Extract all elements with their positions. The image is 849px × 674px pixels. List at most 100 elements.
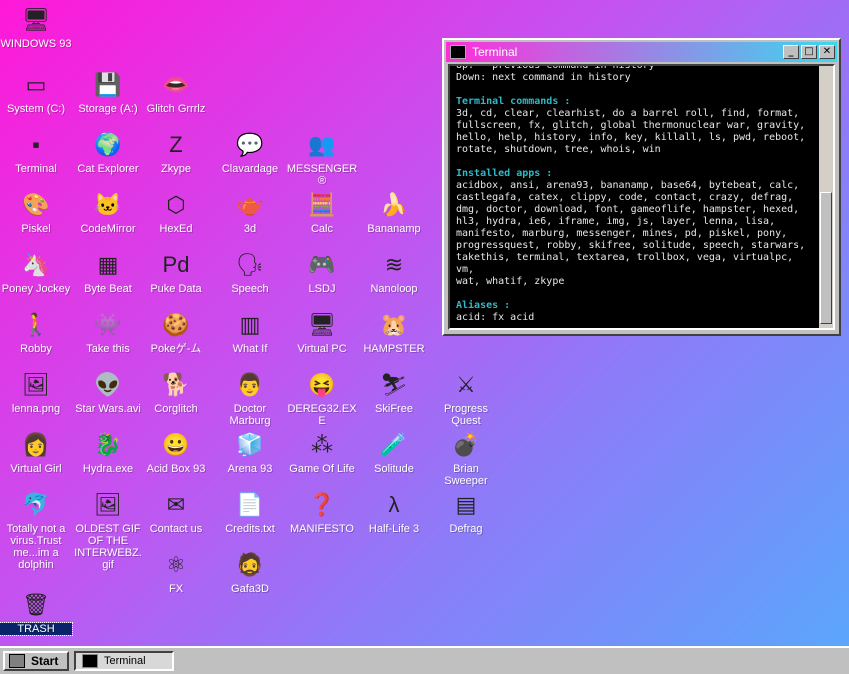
desktop-icon[interactable]: 🦄 Poney Jockey <box>0 249 72 295</box>
desktop-icon-label: Robby <box>20 343 52 355</box>
start-button[interactable]: Start <box>3 651 69 671</box>
desktop-icon-label: Storage (A:) <box>78 103 138 115</box>
teapot-icon: 🫖 <box>236 192 264 217</box>
desktop-icon[interactable]: ⬡ HexEd <box>140 189 212 235</box>
sprite-icon: 👾 <box>94 312 122 337</box>
desktop-icon[interactable]: 👄 Glitch Grrrlz <box>140 69 212 115</box>
question-icon: ❓ <box>308 492 336 517</box>
desktop-icon[interactable]: 🖼 OLDEST GIF OF THE INTERWEBZ.gif <box>72 489 144 571</box>
desktop-icon[interactable]: 😝 DEREG32.EXE <box>286 369 358 427</box>
desktop-icon[interactable]: 🧊 Arena 93 <box>214 429 286 475</box>
desktop-icon[interactable]: ▦ Byte Beat <box>72 249 144 295</box>
scrollbar[interactable] <box>819 66 833 328</box>
desktop-icon[interactable]: λ Half-Life 3 <box>358 489 430 535</box>
pony-icon: 🦄 <box>22 252 50 277</box>
desktop-icon[interactable]: ⁂ Game Of Life <box>286 429 358 475</box>
desktop-icon-label: Arena 93 <box>227 463 273 475</box>
start-icon <box>9 654 25 668</box>
calculator-icon: 🧮 <box>308 192 336 217</box>
desktop-icon[interactable]: 🐹 HAMPSTER <box>358 309 430 355</box>
close-button[interactable]: ✕ <box>819 45 835 59</box>
desktop-icon[interactable]: 👽 Star Wars.avi <box>72 369 144 415</box>
desktop-icon[interactable]: ▪ Terminal <box>0 129 72 175</box>
computer-icon: 🖥 <box>22 7 50 32</box>
desktop-icon-label: HexEd <box>159 223 193 235</box>
desktop-icon-label: Virtual Girl <box>10 463 62 475</box>
desktop-icon[interactable]: ▭ System (C:) <box>0 69 72 115</box>
desktop-icon[interactable]: 🐬 Totally not a virus.Trust me...im a dol… <box>0 489 72 571</box>
corgi-icon: 🐕 <box>162 372 190 397</box>
desktop-icon[interactable]: 😀 Acid Box 93 <box>140 429 212 475</box>
minimize-button[interactable]: _ <box>783 45 799 59</box>
desktop-icon-label: Brian Sweeper <box>444 463 488 487</box>
desktop-icon[interactable]: 💣 Brian Sweeper <box>430 429 502 487</box>
desktop-icon-label: WINDOWS 93 <box>0 38 72 50</box>
gameboy-icon: 🎮 <box>308 252 336 277</box>
lambda-icon: λ <box>388 492 400 517</box>
desktop-icon[interactable]: ▤ Defrag <box>430 489 502 535</box>
desktop-icon-label: Poney Jockey <box>1 283 71 295</box>
desktop-icon[interactable]: 🍪 Pokeゲ-ム <box>140 309 212 355</box>
desktop-icon-label: Defrag <box>449 523 483 535</box>
desktop-icon[interactable]: 👩 Virtual Girl <box>0 429 72 475</box>
scrollbar-thumb[interactable] <box>820 192 832 324</box>
maximize-button[interactable]: □ <box>801 45 817 59</box>
desktop-icon[interactable]: 👨 Doctor Marburg <box>214 369 286 427</box>
terminal-titlebar[interactable]: Terminal _ □ ✕ <box>446 42 837 62</box>
desktop-icon[interactable]: ❓ MANIFESTO <box>286 489 358 535</box>
gafa-icon: 🧔 <box>236 552 264 577</box>
desktop-icon[interactable]: 🗣 Speech <box>214 249 286 295</box>
desktop-icon[interactable]: 🖼 lenna.png <box>0 369 72 415</box>
desktop-icon[interactable]: 🌍 Cat Explorer <box>72 129 144 175</box>
desktop-icon[interactable]: 🐱 CodeMirror <box>72 189 144 235</box>
desktop-icon[interactable]: 💾 Storage (A:) <box>72 69 144 115</box>
desktop-icon[interactable]: 🐕 Corglitch <box>140 369 212 415</box>
desktop-icon[interactable]: 📄 Credits.txt <box>214 489 286 535</box>
desktop-icon-label: CodeMirror <box>80 223 136 235</box>
desktop-icon[interactable]: 👥 MESSENGER ® <box>286 129 358 187</box>
desktop-icon[interactable]: ⛷ SkiFree <box>358 369 430 415</box>
desktop-icon-label: LSDJ <box>308 283 336 295</box>
desktop-icon[interactable]: 💬 Clavardage <box>214 129 286 175</box>
desktop-icon[interactable]: 🧔 Gafa3D <box>214 549 286 595</box>
task-button-terminal[interactable]: Terminal <box>74 651 174 671</box>
desktop-icon[interactable]: 🧮 Calc <box>286 189 358 235</box>
desktop-icon[interactable]: 🫖 3d <box>214 189 286 235</box>
desktop-icon[interactable]: ▥ What If <box>214 309 286 355</box>
desktop-icon[interactable]: ⚛ FX <box>140 549 212 595</box>
desktop-icon[interactable]: ⚔ Progress Quest <box>430 369 502 427</box>
terminal-output[interactable]: Up: previous command in history Down: nex… <box>448 64 835 330</box>
terminal-window[interactable]: Terminal _ □ ✕ Up: previous command in h… <box>442 38 841 336</box>
desktop-icon-label: Progress Quest <box>443 403 489 427</box>
desktop-icon[interactable]: 🧪 Solitude <box>358 429 430 475</box>
desktop-icon[interactable]: 🎨 Piskel <box>0 189 72 235</box>
desktop-icon-label: Take this <box>86 343 130 355</box>
bytebeat-icon: ▦ <box>97 252 119 277</box>
desktop-icon-label: Doctor Marburg <box>229 403 271 427</box>
desktop-icon[interactable]: 🚶 Robby <box>0 309 72 355</box>
mine-icon: 💣 <box>452 432 480 457</box>
terminal-line: Down: next command in history <box>456 72 631 83</box>
gif-file-icon: 🖼 <box>94 492 122 517</box>
desktop-icon-label: TRASH <box>0 622 73 636</box>
desktop-icon[interactable]: Z Zkype <box>140 129 212 175</box>
desktop-icon-label: HAMPSTER <box>363 343 425 355</box>
desktop-icon[interactable]: 👾 Take this <box>72 309 144 355</box>
desktop-icon-label: Totally not a virus.Trust me...im a dolp… <box>6 523 66 571</box>
whatif-icon: ▥ <box>239 312 261 337</box>
desktop-icon-label: Solitude <box>374 463 414 475</box>
dereg-icon: 😝 <box>308 372 336 397</box>
desktop-icon[interactable]: 🗑 TRASH <box>0 589 73 636</box>
desktop-icon[interactable]: 🍌 Bananamp <box>358 189 430 235</box>
desktop-icon[interactable]: 🐉 Hydra.exe <box>72 429 144 475</box>
desktop-icon[interactable]: Pd Puke Data <box>140 249 212 295</box>
desktop-icon[interactable]: ✉ Contact us <box>140 489 212 535</box>
desktop-icon-label: Half-Life 3 <box>368 523 420 535</box>
desktop-icon[interactable]: 🖥 WINDOWS 93 <box>0 4 72 50</box>
desktop-icon-label: Clavardage <box>221 163 279 175</box>
desktop-icon[interactable]: 🖥 Virtual PC <box>286 309 358 355</box>
desktop-icon-label: What If <box>232 343 268 355</box>
desktop-icon[interactable]: 🎮 LSDJ <box>286 249 358 295</box>
desktop-icon[interactable]: ≋ Nanoloop <box>358 249 430 295</box>
desktop-icon-label: SkiFree <box>375 403 413 415</box>
